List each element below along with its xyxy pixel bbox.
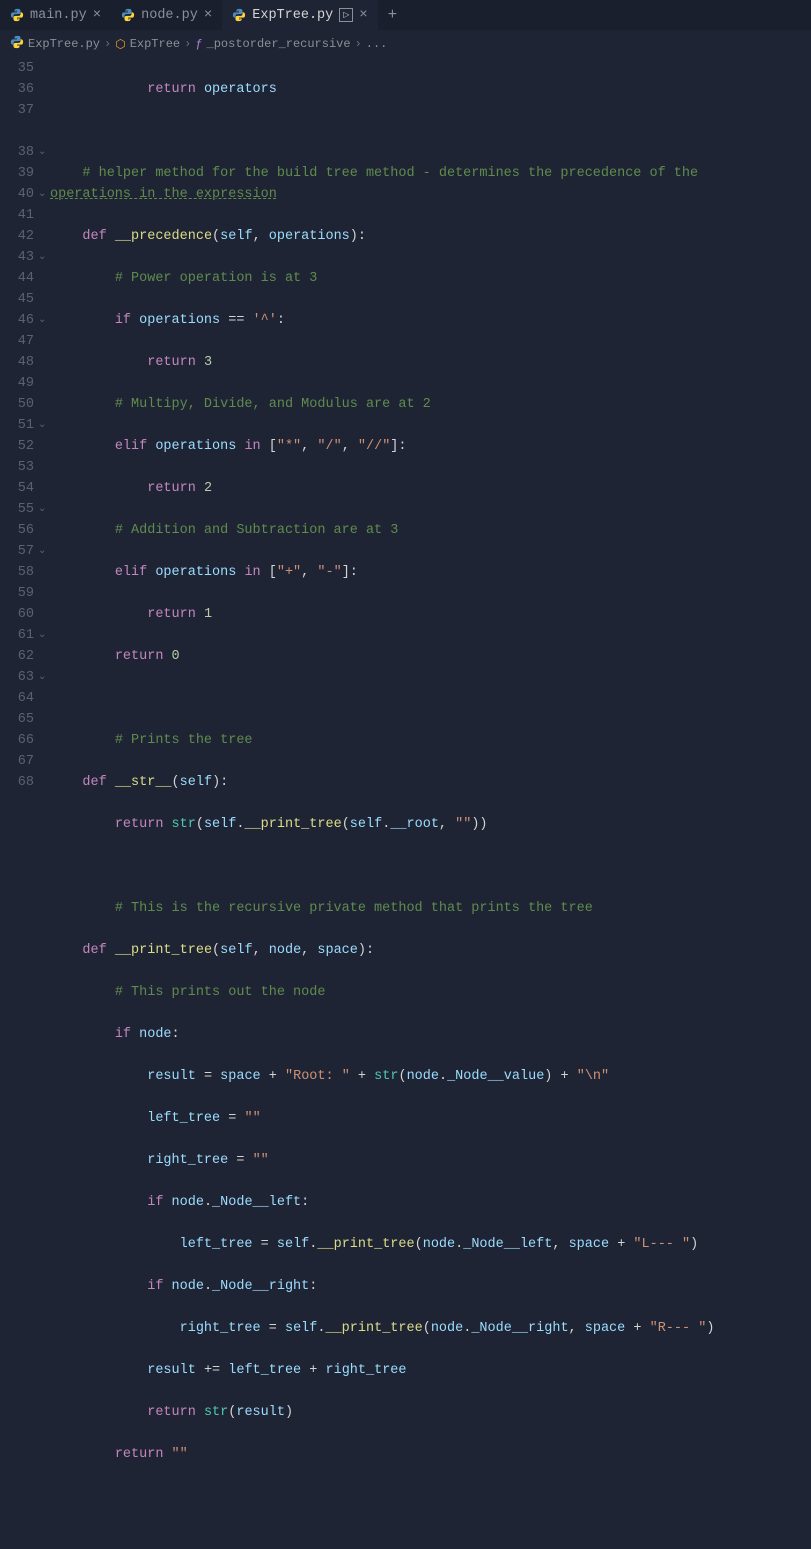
- fold-column[interactable]: ⌄⌄⌄⌄⌄⌄⌄⌄⌄: [38, 58, 50, 800]
- close-icon[interactable]: ×: [93, 7, 101, 23]
- tab-node-py[interactable]: node.py ×: [111, 0, 222, 30]
- breadcrumb-method[interactable]: ƒ _postorder_recursive: [195, 37, 350, 51]
- python-icon: [10, 35, 24, 53]
- code-content[interactable]: return operators # helper method for the…: [50, 58, 811, 800]
- breadcrumb-ellipsis[interactable]: ...: [366, 37, 388, 51]
- line-numbers: 3536373839404142434445464748495051525354…: [0, 58, 38, 800]
- tabs-bar: main.py × node.py × ExpTree.py ▷ × +: [0, 0, 811, 30]
- breadcrumb-label: _postorder_recursive: [207, 37, 351, 51]
- breadcrumb-label: ExpTree: [130, 37, 180, 51]
- breadcrumbs: ExpTree.py › ⬡ ExpTree › ƒ _postorder_re…: [0, 30, 811, 58]
- class-icon: ⬡: [115, 37, 125, 52]
- chevron-right-icon: ›: [355, 37, 362, 51]
- breadcrumb-class[interactable]: ⬡ ExpTree: [115, 37, 180, 52]
- tab-label: ExpTree.py: [252, 8, 333, 23]
- run-icon[interactable]: ▷: [339, 8, 353, 22]
- code-editor[interactable]: 3536373839404142434445464748495051525354…: [0, 58, 811, 800]
- method-icon: ƒ: [195, 37, 202, 51]
- python-icon: [232, 8, 246, 22]
- chevron-right-icon: ›: [104, 37, 111, 51]
- chevron-right-icon: ›: [184, 37, 191, 51]
- python-icon: [121, 8, 135, 22]
- python-icon: [10, 8, 24, 22]
- tab-exptree-py[interactable]: ExpTree.py ▷ ×: [222, 0, 377, 30]
- tab-main-py[interactable]: main.py ×: [0, 0, 111, 30]
- add-tab-button[interactable]: +: [378, 6, 408, 24]
- tab-label: node.py: [141, 8, 198, 23]
- close-icon[interactable]: ×: [204, 7, 212, 23]
- breadcrumb-label: ExpTree.py: [28, 37, 100, 51]
- breadcrumb-file[interactable]: ExpTree.py: [10, 35, 100, 53]
- close-icon[interactable]: ×: [359, 7, 367, 23]
- tab-label: main.py: [30, 8, 87, 23]
